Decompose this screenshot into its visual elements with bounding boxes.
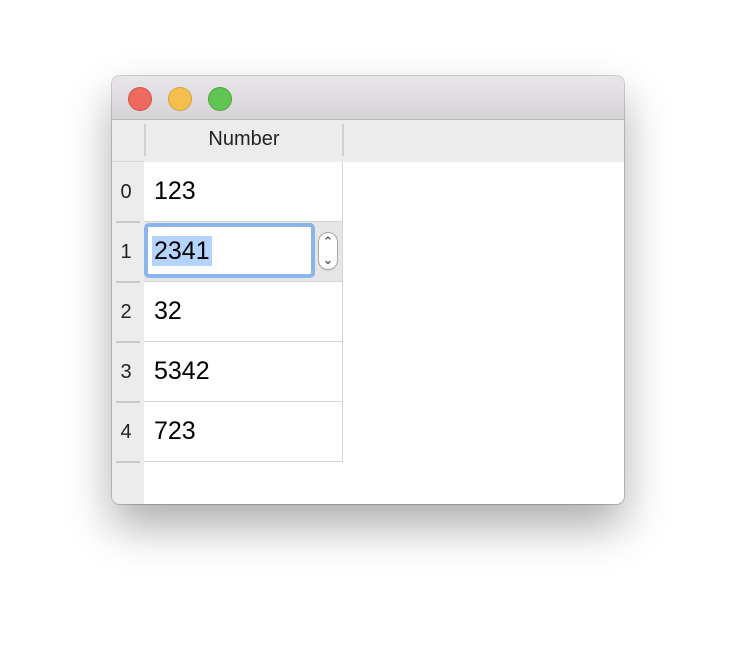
table-cell-row-3[interactable]: 5342 (144, 342, 343, 402)
row-header-divider (116, 461, 140, 463)
table-cell-row-4[interactable]: 723 (144, 402, 343, 462)
table-cell-row-2[interactable]: 32 (144, 282, 343, 342)
value-stepper[interactable]: ⌃ ⌄ (318, 232, 338, 270)
selected-text: 2341 (152, 236, 212, 266)
row-header-1[interactable]: 1 (112, 222, 140, 282)
app-window: Number 0 123 1 2341 ⌃ ⌄ 2 32 3 5342 4 72… (112, 76, 624, 504)
chevron-up-icon[interactable]: ⌃ (319, 233, 337, 251)
row-header-3[interactable]: 3 (112, 342, 140, 402)
title-bar[interactable] (112, 76, 624, 120)
zoom-button[interactable] (208, 87, 232, 111)
table-cell-row-0[interactable]: 123 (144, 162, 343, 222)
chevron-down-icon[interactable]: ⌄ (319, 251, 337, 269)
close-button[interactable] (128, 87, 152, 111)
cell-editor-input[interactable]: 2341 (144, 223, 315, 278)
row-header-4[interactable]: 4 (112, 402, 140, 462)
column-header-number[interactable]: Number (144, 124, 344, 156)
row-header-0[interactable]: 0 (112, 162, 140, 222)
minimize-button[interactable] (168, 87, 192, 111)
table-view: Number 0 123 1 2341 ⌃ ⌄ 2 32 3 5342 4 72… (112, 120, 624, 504)
row-header-2[interactable]: 2 (112, 282, 140, 342)
table-corner[interactable] (112, 120, 144, 162)
